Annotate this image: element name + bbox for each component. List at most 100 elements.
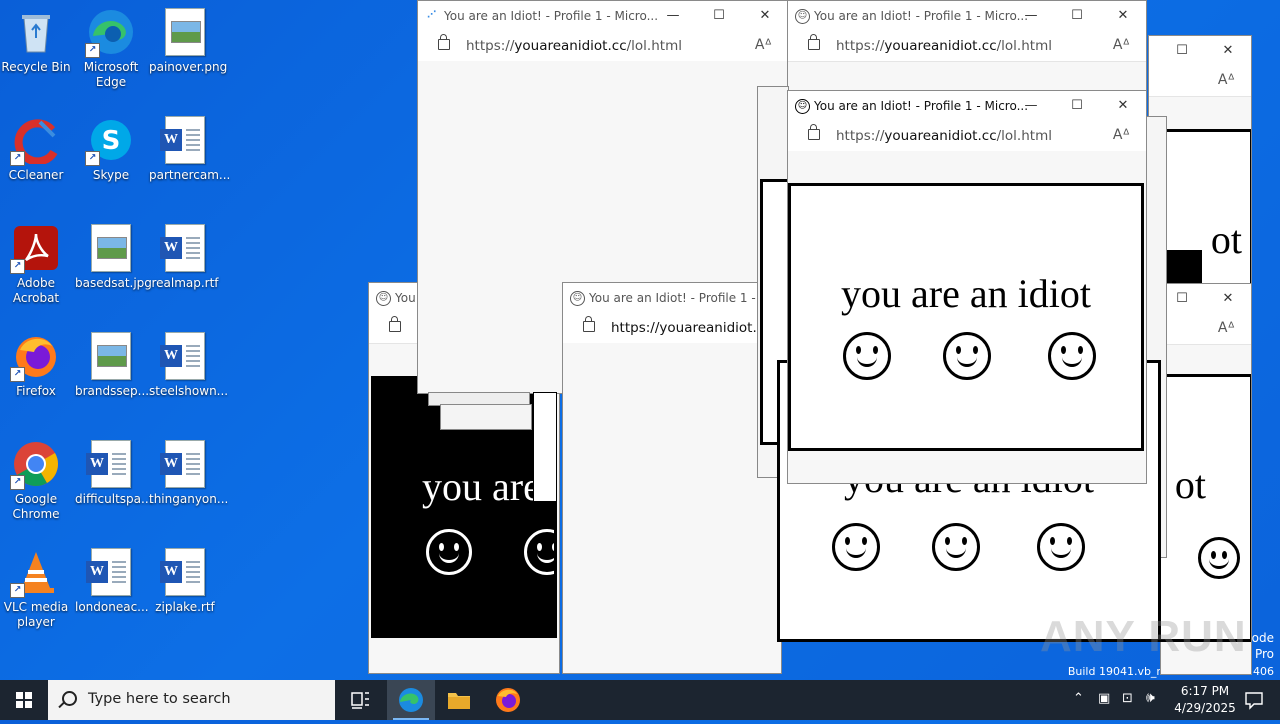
word-document-icon: W <box>160 440 209 488</box>
smiley-icon <box>932 523 980 571</box>
taskbar-firefox[interactable] <box>484 680 532 720</box>
address-bar[interactable]: Aᐞ <box>1161 314 1251 345</box>
taskbar-file-explorer[interactable] <box>435 680 483 720</box>
skype-icon: S ↗ <box>85 116 135 166</box>
address-bar[interactable]: https://youareanidiot.cc/lol.html Aᐞ <box>788 121 1146 152</box>
title-bar[interactable]: ☺ You are an Idiot! - Profile 1 - Micro.… <box>788 1 1146 31</box>
search-placeholder: Type here to search <box>88 691 231 707</box>
close-button[interactable]: ✕ <box>1205 36 1251 66</box>
desktop-icon-ziplake-rtf[interactable]: W ziplake.rtf <box>149 546 221 615</box>
desktop-icon-steelshown[interactable]: W steelshown... <box>149 330 228 399</box>
desktop-icon-vlc[interactable]: ↗ VLC media player <box>0 546 72 630</box>
desktop-icon-recycle-bin[interactable]: Recycle Bin <box>0 6 72 75</box>
ccleaner-icon: ↗ <box>10 116 60 166</box>
address-bar[interactable]: https://youareanidiot.cc/lol.html Aᐞ <box>788 31 1146 62</box>
window-controls: — ☐ ✕ <box>1008 1 1146 31</box>
title-bar[interactable]: ☐ ✕ <box>1149 36 1251 66</box>
smiley-icon <box>943 332 991 380</box>
read-aloud-icon[interactable]: Aᐞ <box>755 37 772 53</box>
title-bar[interactable]: ☺ You are an Idiot! - Profile 1 - Mic <box>563 283 781 313</box>
smiley-favicon-icon: ☺ <box>570 291 585 306</box>
minimize-button[interactable]: — <box>650 1 696 31</box>
browser-window[interactable]: ☺ You are an Idiot! - Profile 1 - Micro.… <box>787 0 1147 102</box>
firefox-icon <box>496 688 520 712</box>
maximize-button[interactable]: ☐ <box>1054 1 1100 31</box>
notification-icon <box>1245 692 1263 710</box>
desktop-icon-londoneac[interactable]: W londoneac... <box>75 546 149 615</box>
maximize-button[interactable]: ☐ <box>1054 91 1100 121</box>
close-button[interactable]: ✕ <box>1100 1 1146 31</box>
desktop-icon-painover-png[interactable]: painover.png <box>149 6 227 75</box>
read-aloud-icon[interactable]: Aᐞ <box>1113 127 1130 143</box>
stacked-window-edge <box>440 404 532 430</box>
read-aloud-icon[interactable]: Aᐞ <box>1113 37 1130 53</box>
page-content: ot <box>1161 374 1251 642</box>
stacked-window-edge <box>533 392 557 502</box>
read-aloud-icon[interactable]: Aᐞ <box>1218 72 1235 88</box>
word-document-icon: W <box>86 440 135 488</box>
browser-window-front[interactable]: ☺ You are an Idiot! - Profile 1 - Micro.… <box>787 90 1147 484</box>
smiley-icon <box>1198 537 1240 579</box>
page-area: you are an idiot <box>788 151 1146 483</box>
title-bar[interactable]: ☺ You are an Idiot! - Profile 1 - Micro.… <box>788 91 1146 121</box>
clock[interactable]: 6:17 PM 4/29/2025 <box>1170 683 1240 717</box>
word-document-icon: W <box>160 332 209 380</box>
url-text[interactable]: https://youareanidiot.cc/lol.html <box>836 128 1052 144</box>
desktop-icon-difficultspa[interactable]: W difficultspa... <box>75 438 152 507</box>
smiley-favicon-icon: ☺ <box>795 9 810 24</box>
title-bar[interactable]: ⋰ You are an Idiot! - Profile 1 - Micro.… <box>418 1 788 31</box>
word-document-icon: W <box>160 116 209 164</box>
minimize-button[interactable]: — <box>1008 1 1054 31</box>
desktop-icon-brandssep[interactable]: brandssep... <box>75 330 149 399</box>
desktop-icon-adobe-acrobat[interactable]: ↗ Adobe Acrobat <box>0 222 72 306</box>
window-title: You are an Idiot! - Profile 1 - Micro... <box>444 9 659 23</box>
anyrun-watermark: ANY RUN <box>1040 612 1247 661</box>
desktop-icon-skype[interactable]: S ↗ Skype <box>75 114 147 183</box>
smiley-icon <box>426 529 472 575</box>
recycle-bin-icon <box>12 8 60 56</box>
taskbar-edge[interactable] <box>387 680 435 720</box>
search-icon <box>62 691 77 706</box>
svg-text:S: S <box>102 126 121 156</box>
start-button[interactable] <box>0 680 48 720</box>
taskbar-search-box[interactable]: Type here to search <box>48 680 335 720</box>
lock-icon <box>389 316 401 332</box>
close-button[interactable]: ✕ <box>742 1 788 31</box>
desktop-icon-google-chrome[interactable]: ↗ Google Chrome <box>0 438 72 522</box>
desktop-icon-firefox[interactable]: ↗ Firefox <box>0 330 72 399</box>
window-controls: — ☐ ✕ <box>650 1 788 31</box>
desktop-icon-partnercam[interactable]: W partnercam... <box>149 114 230 183</box>
title-bar[interactable]: ☐ ✕ <box>1161 284 1251 314</box>
smiley-favicon-icon: ☺ <box>376 291 391 306</box>
window-title: You are an Idiot! - Profile 1 - Mic <box>589 291 780 305</box>
folder-icon <box>448 693 470 709</box>
notifications-button[interactable] <box>1234 680 1274 720</box>
task-view-button[interactable] <box>336 680 384 720</box>
smiley-icon <box>843 332 891 380</box>
desktop-icon-ccleaner[interactable]: ↗ CCleaner <box>0 114 72 183</box>
image-file-icon <box>87 224 135 272</box>
close-button[interactable]: ✕ <box>1100 91 1146 121</box>
maximize-button[interactable]: ☐ <box>1159 36 1205 66</box>
url-text[interactable]: https://youareanidiot.cc/lol.html <box>466 38 682 54</box>
maximize-button[interactable]: ☐ <box>696 1 742 31</box>
desktop-icon-thinganyon[interactable]: W thinganyon... <box>149 438 228 507</box>
url-text[interactable]: https://youareanidiot.cc <box>611 320 772 336</box>
address-bar[interactable]: https://youareanidiot.cc <box>563 313 781 344</box>
address-bar[interactable]: Aᐞ <box>1149 66 1251 97</box>
task-view-icon <box>351 692 369 709</box>
close-button[interactable]: ✕ <box>1205 284 1251 314</box>
minimize-button[interactable]: — <box>1008 91 1054 121</box>
address-bar[interactable]: https://youareanidiot.cc/lol.html Aᐞ <box>418 31 788 62</box>
edge-icon: ↗ <box>85 8 135 58</box>
desktop-icon-microsoft-edge[interactable]: ↗ Microsoft Edge <box>75 6 147 90</box>
browser-window[interactable]: ☺ You are an Idiot! - Profile 1 - Mic ht… <box>562 282 782 674</box>
firefox-icon: ↗ <box>10 332 60 382</box>
clock-date: 4/29/2025 <box>1174 701 1236 715</box>
url-text[interactable]: https://youareanidiot.cc/lol.html <box>836 38 1052 54</box>
desktop-icon-basedsat-jpg[interactable]: basedsat.jpg <box>75 222 152 291</box>
smiley-icon <box>1037 523 1085 571</box>
taskbar: Type here to search ⌃ ▣ ⊡ 🕪 6:17 PM 4/29… <box>0 680 1280 720</box>
desktop-icon-realmap-rtf[interactable]: W realmap.rtf <box>149 222 221 291</box>
read-aloud-icon[interactable]: Aᐞ <box>1218 320 1235 336</box>
